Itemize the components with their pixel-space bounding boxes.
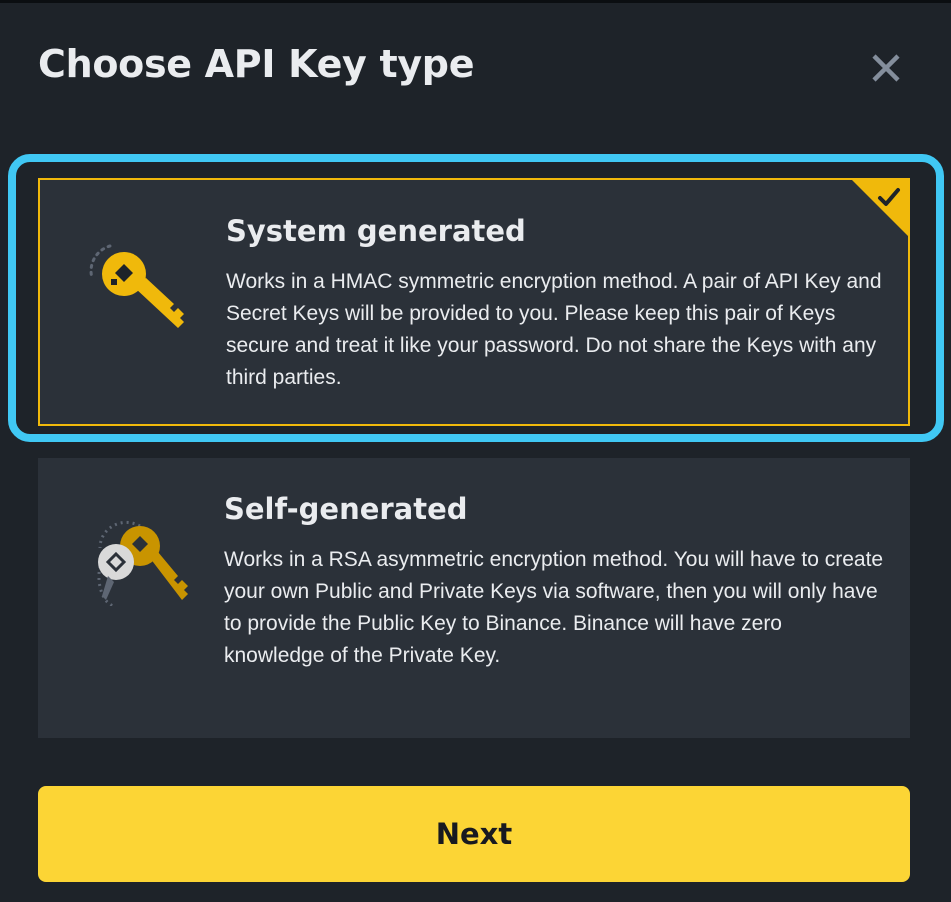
key-icon: [89, 244, 184, 328]
close-button[interactable]: [862, 44, 910, 92]
key-pair-icon: [97, 520, 188, 606]
option-description: Works in a HMAC symmetric encryption met…: [226, 270, 882, 389]
dialog-title: Choose API Key type: [38, 42, 475, 86]
option-title: System generated: [226, 214, 526, 248]
option-title: Self-generated: [224, 492, 468, 526]
next-button[interactable]: Next: [38, 786, 910, 882]
option-description: Works in a RSA asymmetric encryption met…: [224, 548, 884, 667]
dialog-top-edge: [0, 0, 951, 3]
api-key-type-dialog: Choose API Key type System generated Wor…: [0, 0, 951, 902]
option-system-generated[interactable]: System generated Works in a HMAC symmetr…: [38, 178, 910, 426]
option-self-generated[interactable]: Self-generated Works in a RSA asymmetric…: [38, 458, 910, 738]
close-icon: [872, 54, 900, 82]
selected-corner-badge: [851, 179, 909, 237]
